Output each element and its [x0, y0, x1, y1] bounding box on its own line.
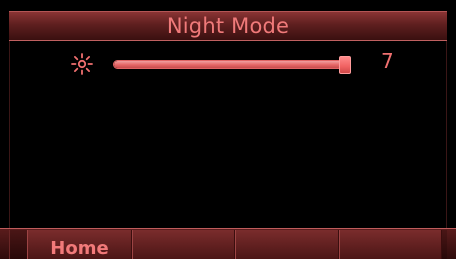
home-softkey-label: Home [50, 238, 109, 259]
home-softkey[interactable]: Home [27, 230, 132, 259]
brightness-value: 7 [381, 49, 394, 73]
softkey-3[interactable] [235, 230, 339, 259]
softkey-4[interactable] [339, 230, 442, 259]
night-mode-screen: Night Mode 7 Home [0, 0, 456, 259]
slider-thumb[interactable] [339, 56, 351, 74]
softkey-bar-left-edge [9, 230, 27, 259]
page-title: Night Mode [166, 13, 290, 38]
brightness-slider[interactable] [113, 56, 351, 74]
brightness-control: 7 [0, 48, 456, 80]
sun-icon [70, 52, 94, 76]
slider-fill [114, 61, 346, 68]
softkey-bar-right-edge [442, 230, 447, 259]
title-bar: Night Mode [9, 11, 447, 41]
slider-track[interactable] [113, 60, 349, 69]
softkey-bar: Home [0, 228, 456, 259]
softkey-2[interactable] [132, 230, 235, 259]
